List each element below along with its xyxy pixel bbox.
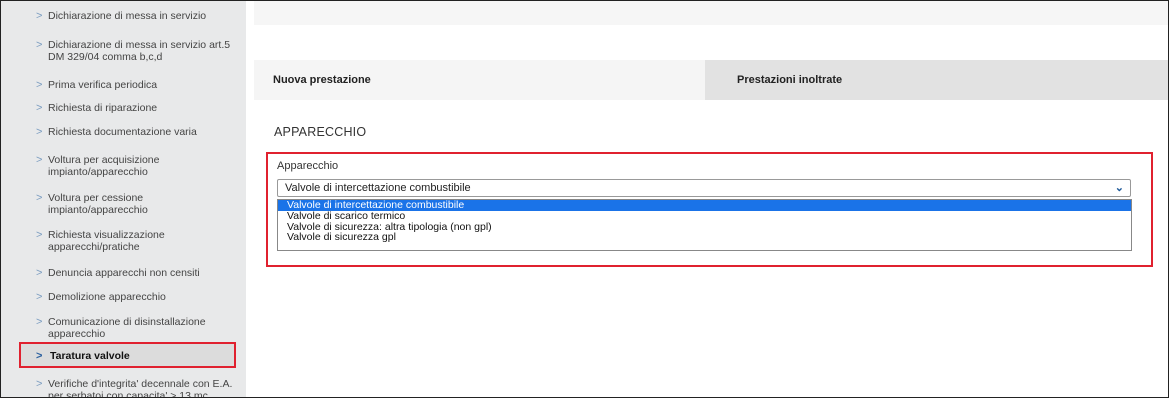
chevron-right-icon: > [36,378,43,390]
sidebar-item-demolizione-apparecchio[interactable]: > Demolizione apparecchio [23,291,241,303]
section-title: APPARECCHIO [274,125,367,139]
chevron-right-icon: > [36,79,43,91]
sidebar-item-richiesta-visualizzazione[interactable]: > Richiesta visualizzazione apparecchi/p… [23,229,241,253]
sidebar-item-voltura-cessione[interactable]: > Voltura per cessione impianto/apparecc… [23,192,241,216]
tab-prestazioni-inoltrate[interactable]: Prestazioni inoltrate [705,60,1168,100]
sidebar-item-label: Prima verifica periodica [48,79,158,91]
sidebar-item-label: Richiesta visualizzazione apparecchi/pra… [48,229,165,253]
sidebar-item-label: Richiesta di riparazione [48,102,158,114]
apparecchio-dropdown-list: Valvole di intercettazione combustibile … [277,199,1132,251]
chevron-right-icon: > [36,316,43,328]
chevron-right-icon: > [36,39,43,51]
chevron-right-icon: > [36,154,43,166]
chevron-right-icon: > [36,291,43,303]
app-frame: > Dichiarazione di messa in servizio > D… [0,0,1169,398]
tab-nuova-prestazione[interactable]: Nuova prestazione [254,60,705,100]
chevron-down-icon: ⌄ [1114,182,1124,194]
top-banner [254,1,1168,25]
sidebar-item-verifiche-integrita[interactable]: > Verifiche d'integrita' decennale con E… [23,378,241,398]
chevron-right-icon: > [36,102,43,114]
sidebar-item-denuncia-apparecchi[interactable]: > Denuncia apparecchi non censiti [23,267,241,279]
sidebar-item-label: Richiesta documentazione varia [48,126,197,138]
chevron-right-icon: > [36,126,43,138]
dropdown-option[interactable]: Valvole di scarico termico [278,210,1131,222]
dropdown-option[interactable]: Valvole di sicurezza: altra tipologia (n… [278,221,1131,233]
sidebar-item-prima-verifica[interactable]: > Prima verifica periodica [23,79,241,91]
dropdown-option[interactable]: Valvole di sicurezza gpl [278,232,1131,243]
sidebar-item-label: Comunicazione di disinstallazione appare… [48,316,206,340]
sidebar-item-comunicazione-disinstallazione[interactable]: > Comunicazione di disinstallazione appa… [23,316,241,340]
tab-bar: Nuova prestazione Prestazioni inoltrate [254,60,1168,100]
sidebar-item-richiesta-documentazione[interactable]: > Richiesta documentazione varia [23,126,241,138]
sidebar-item-richiesta-riparazione[interactable]: > Richiesta di riparazione [23,102,241,114]
sidebar-item-label: Verifiche d'integrita' decennale con E.A… [48,378,233,398]
select-value: Valvole di intercettazione combustibile [285,182,471,194]
sidebar-item-label: Demolizione apparecchio [48,291,166,303]
chevron-right-icon: > [36,192,43,204]
sidebar-item-label: Denuncia apparecchi non censiti [48,267,200,279]
sidebar-item-label: Dichiarazione di messa in servizio [48,10,207,22]
apparecchio-label: Apparecchio [277,160,339,172]
sidebar-item-label: Voltura per cessione impianto/apparecchi… [48,192,148,216]
sidebar-item-label: Dichiarazione di messa in servizio art.5… [48,39,231,63]
chevron-right-icon: > [36,10,43,22]
chevron-right-icon: > [36,229,43,241]
sidebar-item-taratura-valvole[interactable]: > Taratura valvole [19,342,236,368]
sidebar-item-dichiarazione-messa-servizio[interactable]: > Dichiarazione di messa in servizio [23,10,241,22]
chevron-right-icon: > [36,267,43,279]
dropdown-option[interactable]: Valvole di intercettazione combustibile [278,200,1131,211]
sidebar: > Dichiarazione di messa in servizio > D… [1,1,246,398]
sidebar-item-label: Taratura valvole [50,350,130,362]
chevron-right-icon: > [36,350,43,362]
sidebar-item-dichiarazione-art5[interactable]: > Dichiarazione di messa in servizio art… [23,39,241,63]
apparecchio-select[interactable]: Valvole di intercettazione combustibile … [277,179,1131,197]
sidebar-item-voltura-acquisizione[interactable]: > Voltura per acquisizione impianto/appa… [23,154,241,178]
sidebar-item-label: Voltura per acquisizione impianto/appare… [48,154,160,178]
